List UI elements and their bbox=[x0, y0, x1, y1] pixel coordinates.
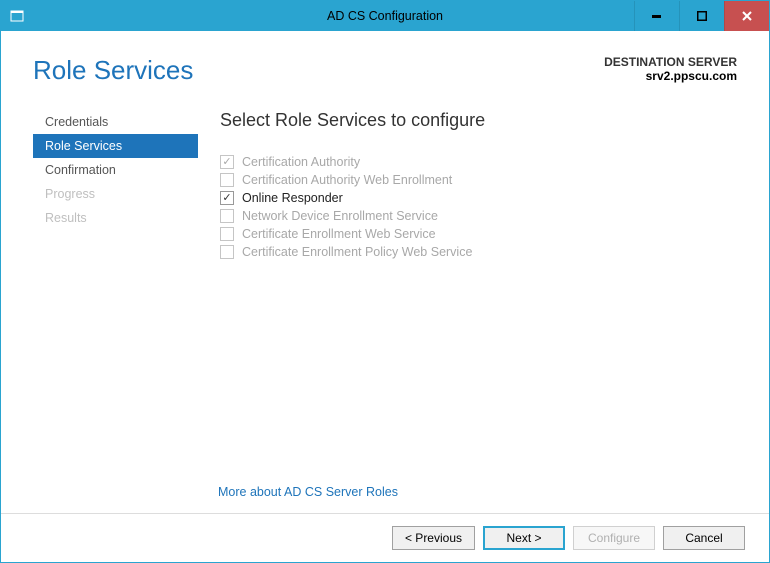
role-service-label: Certificate Enrollment Web Service bbox=[242, 227, 436, 241]
wizard-step: Progress bbox=[33, 182, 198, 206]
role-services-checklist: ✓ Certification Authority Certification Au… bbox=[220, 153, 737, 261]
role-service-row: Network Device Enrollment Service bbox=[220, 207, 737, 225]
checkbox-icon bbox=[220, 245, 234, 259]
page-title: Role Services bbox=[33, 55, 193, 86]
role-service-row: ✓ Certification Authority bbox=[220, 153, 737, 171]
previous-button[interactable]: < Previous bbox=[392, 526, 475, 550]
checkbox-icon bbox=[220, 209, 234, 223]
destination-block: DESTINATION SERVER srv2.ppscu.com bbox=[604, 55, 737, 83]
role-service-row: Certificate Enrollment Web Service bbox=[220, 225, 737, 243]
role-service-label: Online Responder bbox=[242, 191, 343, 205]
cancel-button[interactable]: Cancel bbox=[663, 526, 745, 550]
checkbox-icon bbox=[220, 227, 234, 241]
window-controls bbox=[634, 1, 769, 31]
role-service-label: Certificate Enrollment Policy Web Servic… bbox=[242, 245, 472, 259]
next-button[interactable]: Next > bbox=[483, 526, 565, 550]
role-service-label: Certification Authority Web Enrollment bbox=[242, 173, 452, 187]
header-row: Role Services DESTINATION SERVER srv2.pp… bbox=[33, 55, 737, 86]
minimize-button[interactable] bbox=[634, 1, 679, 31]
main-panel: Select Role Services to configure ✓ Certi… bbox=[198, 110, 737, 261]
role-service-row: Certification Authority Web Enrollment bbox=[220, 171, 737, 189]
close-button[interactable] bbox=[724, 1, 769, 31]
wizard-footer: < Previous Next > Configure Cancel bbox=[1, 513, 769, 562]
checkbox-icon bbox=[220, 173, 234, 187]
configure-button[interactable]: Configure bbox=[573, 526, 655, 550]
app-icon bbox=[9, 8, 25, 24]
destination-server: srv2.ppscu.com bbox=[604, 69, 737, 83]
more-about-link[interactable]: More about AD CS Server Roles bbox=[218, 485, 398, 499]
checkbox-icon[interactable]: ✓ bbox=[220, 191, 234, 205]
wizard-steps-sidebar: CredentialsRole ServicesConfirmationProg… bbox=[33, 110, 198, 261]
body-area: CredentialsRole ServicesConfirmationProg… bbox=[33, 110, 737, 261]
role-service-label: Certification Authority bbox=[242, 155, 360, 169]
role-service-label: Network Device Enrollment Service bbox=[242, 209, 438, 223]
checkbox-icon: ✓ bbox=[220, 155, 234, 169]
titlebar: AD CS Configuration bbox=[1, 1, 769, 31]
role-service-row[interactable]: ✓ Online Responder bbox=[220, 189, 737, 207]
wizard-step: Results bbox=[33, 206, 198, 230]
wizard-step[interactable]: Role Services bbox=[33, 134, 198, 158]
section-heading: Select Role Services to configure bbox=[220, 110, 737, 131]
role-service-row: Certificate Enrollment Policy Web Servic… bbox=[220, 243, 737, 261]
destination-label: DESTINATION SERVER bbox=[604, 55, 737, 69]
wizard-step[interactable]: Confirmation bbox=[33, 158, 198, 182]
wizard-step[interactable]: Credentials bbox=[33, 110, 198, 134]
maximize-button[interactable] bbox=[679, 1, 724, 31]
wizard-content: Role Services DESTINATION SERVER srv2.pp… bbox=[1, 31, 769, 513]
